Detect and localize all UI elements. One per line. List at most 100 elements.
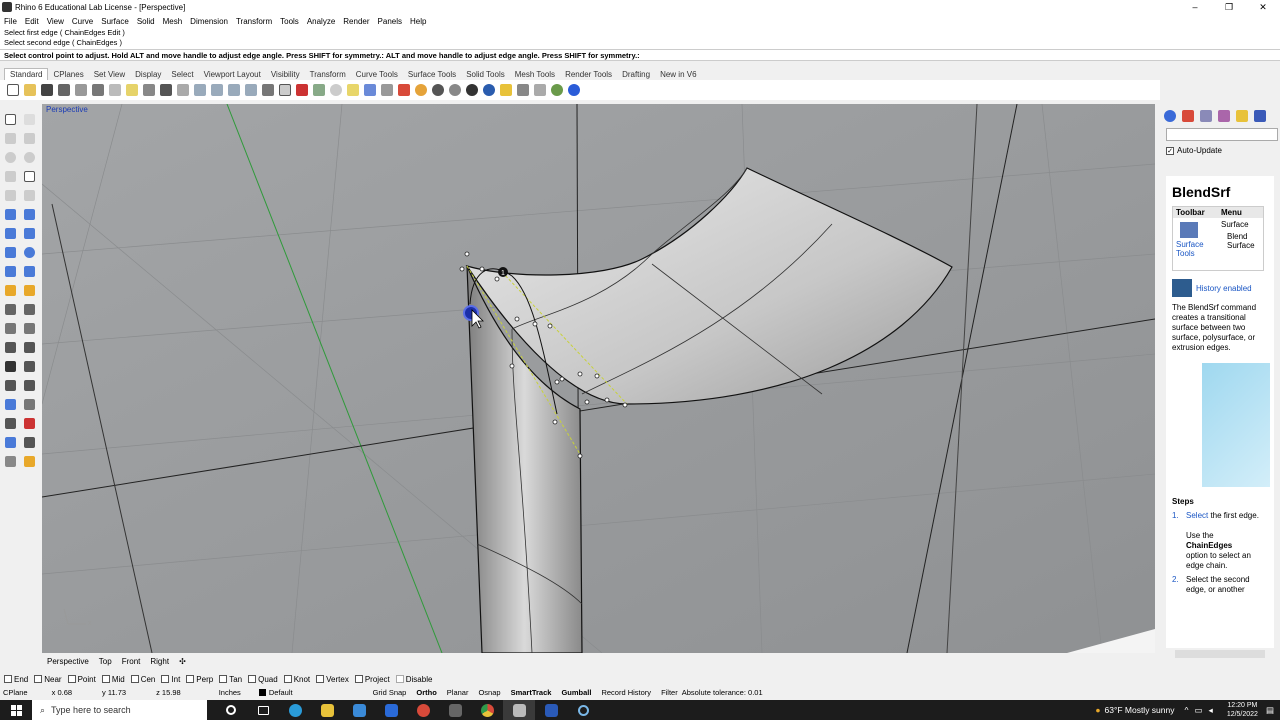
menu-view[interactable]: View [43, 17, 68, 26]
ungroup-icon[interactable] [20, 319, 39, 338]
osnap-mid[interactable]: Mid [101, 675, 125, 684]
dimension-icon[interactable] [20, 357, 39, 376]
close-button[interactable]: ✕ [1246, 0, 1280, 14]
surface-tools-link[interactable]: Surface Tools [1176, 240, 1204, 258]
step1-select-link[interactable]: Select [1186, 511, 1208, 520]
panel-search-input[interactable] [1166, 128, 1278, 141]
notification-icon[interactable]: ▤ [1266, 705, 1274, 716]
menu-tools[interactable]: Tools [276, 17, 303, 26]
cplane-label[interactable]: CPlane [3, 688, 28, 697]
osnap-knot[interactable]: Knot [283, 675, 310, 684]
explode-icon[interactable] [20, 281, 39, 300]
store-icon[interactable] [343, 700, 375, 720]
tab-surface-tools[interactable]: Surface Tools [403, 69, 461, 80]
orient-icon[interactable] [20, 414, 39, 433]
help-tab-icon[interactable] [1254, 110, 1266, 122]
clock[interactable]: 12:20 PM 12/5/2022 [1227, 701, 1258, 719]
osnap-disable[interactable]: Disable [395, 675, 432, 684]
tab-visibility[interactable]: Visibility [266, 69, 305, 80]
tab-set-view[interactable]: Set View [89, 69, 130, 80]
menu-surface[interactable]: Surface [97, 17, 133, 26]
tab-drafting[interactable]: Drafting [617, 69, 655, 80]
osnap-quad[interactable]: Quad [248, 675, 278, 684]
menu-curve[interactable]: Curve [68, 17, 97, 26]
osnap-toggle[interactable]: Osnap [478, 688, 500, 697]
file-explorer-icon[interactable] [311, 700, 343, 720]
properties-tab-icon[interactable] [1164, 110, 1176, 122]
volume-icon[interactable]: ◂ [1209, 705, 1213, 716]
select-icon[interactable] [1, 110, 20, 129]
tab-front[interactable]: Front [117, 657, 146, 666]
circle-tool-icon[interactable] [1, 148, 20, 167]
polyline-icon[interactable] [1, 129, 20, 148]
distance-icon[interactable] [20, 395, 39, 414]
weather-icon[interactable]: ● [1095, 705, 1100, 715]
rotate-view-icon[interactable] [174, 82, 191, 99]
polygon-icon[interactable] [1, 186, 20, 205]
panel-scrollbar[interactable] [1175, 650, 1265, 658]
rhino-taskbar-icon[interactable] [503, 700, 535, 720]
copy-icon[interactable] [106, 82, 123, 99]
edge-icon[interactable] [279, 700, 311, 720]
box-icon[interactable] [1, 243, 20, 262]
taskbar-search[interactable]: ⌕ Type here to search [32, 700, 207, 720]
gumball-toggle[interactable]: Gumball [561, 688, 591, 697]
menu-analyze[interactable]: Analyze [303, 17, 339, 26]
calculator-icon[interactable] [439, 700, 471, 720]
plugin-icon[interactable] [548, 82, 565, 99]
properties-icon[interactable] [310, 82, 327, 99]
osnap-end[interactable]: End [4, 675, 28, 684]
tab-cplanes[interactable]: CPlanes [48, 69, 88, 80]
car-icon[interactable] [293, 82, 310, 99]
menu-help[interactable]: Help [406, 17, 430, 26]
osnap-perp[interactable]: Perp [186, 675, 213, 684]
tray-overflow-icon[interactable]: ^ [1185, 705, 1189, 715]
filter-toggle[interactable]: Filter [661, 688, 678, 697]
rendered-icon[interactable] [446, 82, 463, 99]
tab-new-in-v6[interactable]: New in V6 [655, 69, 701, 80]
menu-transform[interactable]: Transform [232, 17, 276, 26]
menu-edit[interactable]: Edit [21, 17, 43, 26]
tab-standard[interactable]: Standard [4, 68, 49, 80]
color-wheel-icon[interactable] [412, 82, 429, 99]
lock-icon[interactable] [378, 82, 395, 99]
tab-solid-tools[interactable]: Solid Tools [461, 69, 510, 80]
menu-panels[interactable]: Panels [374, 17, 406, 26]
ellipse-icon[interactable] [20, 148, 39, 167]
settings-icon[interactable] [514, 82, 531, 99]
weather-text[interactable]: 63°F Mostly sunny [1104, 705, 1174, 715]
add-viewport-icon[interactable]: ✣ [174, 657, 191, 666]
tab-render-tools[interactable]: Render Tools [560, 69, 617, 80]
circle-icon[interactable] [327, 82, 344, 99]
copy-tool-icon[interactable] [20, 338, 39, 357]
photos-icon[interactable] [535, 700, 567, 720]
paint-icon[interactable] [20, 452, 39, 471]
auto-update-option[interactable]: ✓ Auto-Update [1166, 146, 1222, 155]
freeform-icon[interactable] [20, 186, 39, 205]
layer-swatch[interactable] [258, 688, 266, 696]
osnap-tan[interactable]: Tan [219, 675, 242, 684]
extrude-icon[interactable] [20, 224, 39, 243]
shaded-icon[interactable] [429, 82, 446, 99]
pin-icon[interactable] [497, 82, 514, 99]
tab-transform[interactable]: Transform [305, 69, 351, 80]
check-icon[interactable] [20, 433, 39, 452]
rectangle-icon[interactable] [20, 167, 39, 186]
globe-icon[interactable] [480, 82, 497, 99]
bulb-icon[interactable] [344, 82, 361, 99]
menu-solid[interactable]: Solid [133, 17, 159, 26]
analyze-icon[interactable] [1, 376, 20, 395]
open-icon[interactable] [21, 82, 38, 99]
mesh-icon[interactable] [1, 262, 20, 281]
undo-icon[interactable] [157, 82, 174, 99]
command-prompt[interactable]: Select control point to adjust. Hold ALT… [0, 49, 1280, 61]
grid-icon[interactable] [276, 82, 293, 99]
cage-icon[interactable] [1, 395, 20, 414]
boolean-icon[interactable] [1, 281, 20, 300]
cut-icon[interactable] [89, 82, 106, 99]
point-icon[interactable] [20, 110, 39, 129]
zoom-window-icon[interactable] [208, 82, 225, 99]
viewport-title[interactable]: Perspective [46, 105, 88, 114]
task-view-icon[interactable] [247, 700, 279, 720]
menu-mesh[interactable]: Mesh [159, 17, 187, 26]
